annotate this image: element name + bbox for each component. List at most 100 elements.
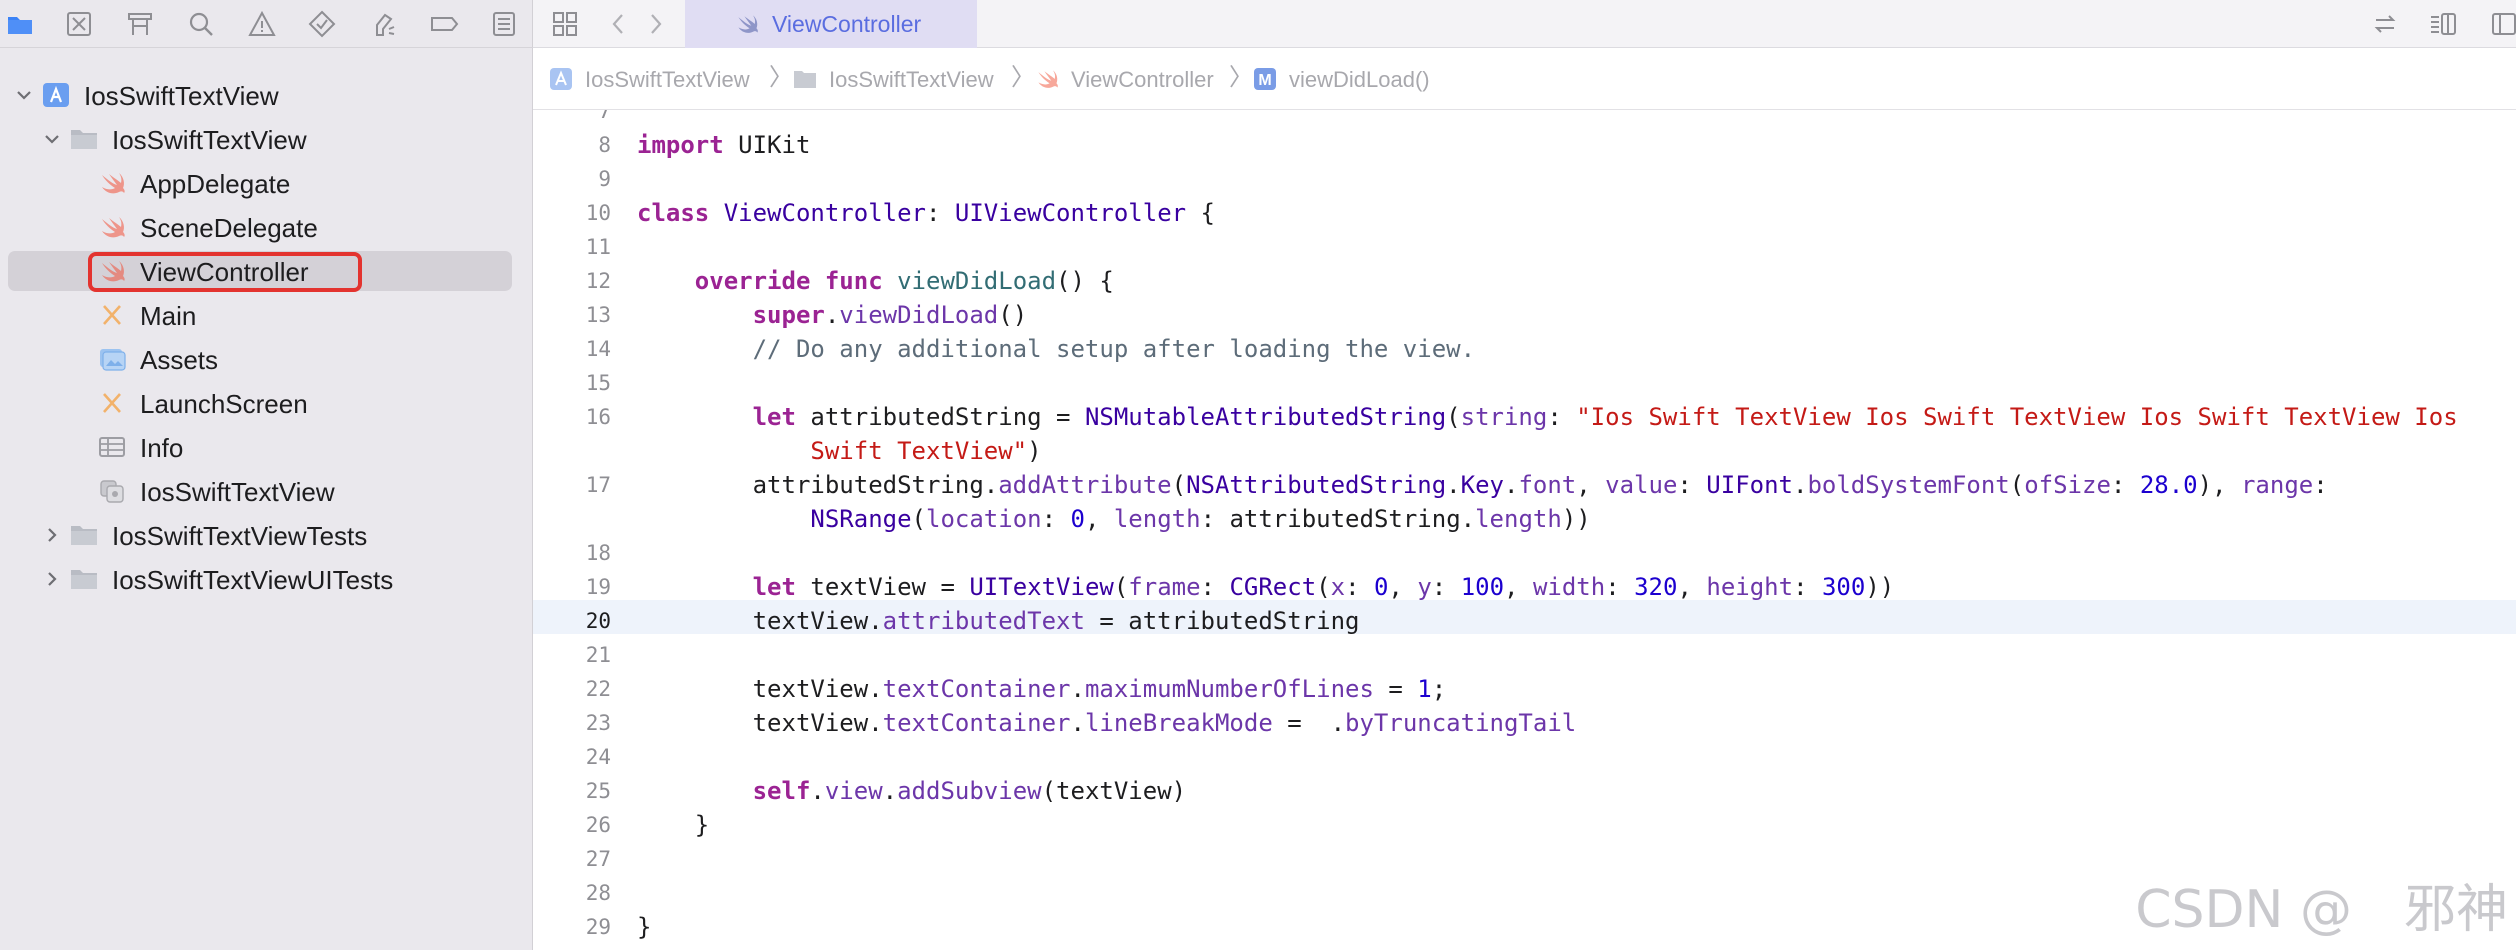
line-number: 16 xyxy=(585,405,611,429)
line-number: 12 xyxy=(585,269,611,293)
folder-icon xyxy=(70,522,98,548)
breadcrumb-label: viewDidLoad() xyxy=(1289,67,1430,92)
swap-icon[interactable] xyxy=(2371,10,2399,38)
code-token: UIKit xyxy=(723,131,811,159)
code-token: CGRect xyxy=(1229,573,1317,601)
folder-icon[interactable] xyxy=(5,9,35,39)
chevron-down-icon[interactable] xyxy=(42,129,62,149)
breadcrumb-label: ViewController xyxy=(1071,67,1214,92)
tree-item-tests[interactable]: IosSwiftTextViewTests xyxy=(8,515,512,555)
tree-item-group[interactable]: IosSwiftTextView xyxy=(8,119,512,159)
breakpoints-icon[interactable] xyxy=(429,9,459,39)
editor-tab-bar: ViewController xyxy=(533,0,2516,48)
tree-item-project[interactable]: IosSwiftTextView xyxy=(8,75,512,115)
code-token: () xyxy=(998,301,1028,329)
code-token: : xyxy=(1547,403,1577,431)
reports-icon[interactable] xyxy=(489,9,519,39)
code-token: 0 xyxy=(1373,573,1389,601)
debug-icon[interactable] xyxy=(368,9,398,39)
line-number: 10 xyxy=(585,201,611,225)
line-number: 8 xyxy=(598,133,611,157)
line-number: 22 xyxy=(585,677,611,701)
code-token: length xyxy=(1113,505,1201,533)
code-area[interactable]: 7 8 9 10 11 12 13 14 15 16 17 18 19 20 21 22 23 24 25 26 27 2… xyxy=(533,110,2516,950)
code-token: ( xyxy=(911,505,926,533)
tree-item-entitlements[interactable]: IosSwiftTextView xyxy=(8,471,512,511)
line-number: 20 xyxy=(585,609,611,633)
tree-item-uitests[interactable]: IosSwiftTextViewUITests xyxy=(8,559,512,599)
code-token: , xyxy=(1677,573,1707,601)
code-token: ( xyxy=(2009,471,2025,499)
tree-item-label: IosSwiftTextView xyxy=(140,477,335,507)
code-token: . xyxy=(1503,471,1519,499)
code-token: , xyxy=(1388,573,1418,601)
issues-icon[interactable] xyxy=(247,9,277,39)
symbols-icon[interactable] xyxy=(125,9,155,39)
code-token: : xyxy=(1200,573,1230,601)
code-line: override func viewDidLoad() { xyxy=(637,264,1114,298)
watermark: CSDN @ 邪神 xyxy=(2135,880,2508,940)
code-token: ( xyxy=(1113,573,1129,601)
code-token: viewDidLoad xyxy=(839,301,999,329)
code-line: textView.attributedText = attributedStri… xyxy=(637,604,1360,638)
code-token: textView = xyxy=(795,573,970,601)
tree-item-main[interactable]: Main xyxy=(8,295,512,335)
project-icon xyxy=(549,67,573,91)
tree-item-assets[interactable]: Assets xyxy=(8,339,512,379)
code-token: . xyxy=(1793,471,1808,499)
code-token: height xyxy=(1706,573,1794,601)
chevron-down-icon[interactable] xyxy=(14,85,34,105)
method-icon: M xyxy=(1253,67,1277,91)
find-icon[interactable] xyxy=(186,9,216,39)
canvas-toggle-icon[interactable] xyxy=(2489,10,2516,38)
grid-icon[interactable] xyxy=(551,10,579,38)
inspector-icon[interactable] xyxy=(2429,10,2457,38)
code-token: UIViewController xyxy=(954,199,1187,227)
line-number: 29 xyxy=(585,915,611,939)
code-token: addAttribute xyxy=(998,471,1172,499)
code-line: textView.textContainer.maximumNumberOfLi… xyxy=(637,672,1447,706)
plist-icon xyxy=(98,434,126,460)
source-control-icon[interactable] xyxy=(64,9,94,39)
chevron-right-icon: 〉 xyxy=(769,64,793,91)
jump-bar: IosSwiftTextView 〉 IosSwiftTextView 〉 Vi… xyxy=(533,48,2516,110)
forward-icon[interactable] xyxy=(641,10,669,38)
code-token: self xyxy=(752,777,811,805)
tree-item-label: IosSwiftTextView xyxy=(112,125,307,155)
line-number: 25 xyxy=(585,779,611,803)
chevron-right-icon[interactable] xyxy=(42,569,62,589)
tree-item-appdelegate[interactable]: AppDelegate xyxy=(8,163,512,203)
line-number: 19 xyxy=(585,575,611,599)
breadcrumb-label: IosSwiftTextView xyxy=(585,67,750,92)
folder-icon xyxy=(793,67,817,91)
code-token: UIFont xyxy=(1706,471,1793,499)
tree-item-label: IosSwiftTextView xyxy=(84,81,279,111)
chevron-right-icon[interactable] xyxy=(42,525,62,545)
code-token: attributedString. xyxy=(637,471,999,499)
tab-viewcontroller[interactable]: ViewController xyxy=(685,0,977,48)
tree-item-info[interactable]: Info xyxy=(8,427,512,467)
line-number: 24 xyxy=(585,745,611,769)
code-token: : xyxy=(2313,471,2328,499)
code-token: = attributedString xyxy=(1084,607,1360,635)
tests-icon[interactable] xyxy=(307,9,337,39)
code-line: super.viewDidLoad() xyxy=(637,298,1028,332)
code-line: self.view.addSubview(textView) xyxy=(637,774,1187,808)
tree-item-scenedelegate[interactable]: SceneDelegate xyxy=(8,207,512,247)
code-token: : xyxy=(1793,573,1822,601)
code-token: location xyxy=(926,505,1042,533)
code-line: import UIKit xyxy=(637,128,810,162)
code-token: maximumNumberOfLines xyxy=(1084,675,1374,703)
code-token: ) xyxy=(1027,437,1042,465)
tree-item-launchscreen[interactable]: LaunchScreen xyxy=(8,383,512,423)
back-icon[interactable] xyxy=(605,10,633,38)
swift-file-icon xyxy=(98,214,126,240)
code-token: , xyxy=(1084,505,1114,533)
tree-item-label: SceneDelegate xyxy=(140,213,318,243)
code-token: class xyxy=(637,199,710,227)
code-token: 0 xyxy=(1070,505,1085,533)
code-token: view xyxy=(824,777,883,805)
